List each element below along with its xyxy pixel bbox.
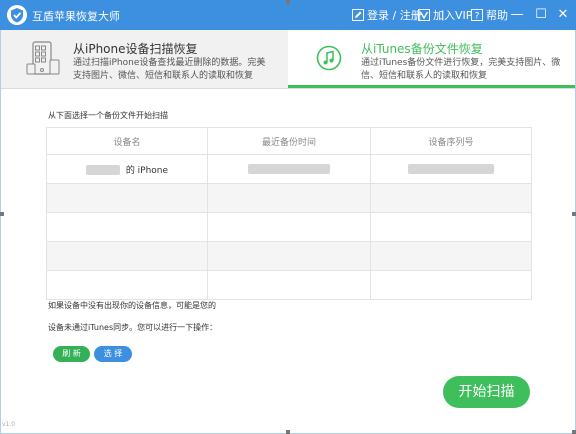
- login-label: 登录 / 注册: [367, 9, 422, 22]
- join-vip-label: 加入VIP: [433, 9, 473, 22]
- tab-itunes-restore[interactable]: 从iTunes备份文件恢复 通过iTunes备份文件进行恢复，完美支持图片、微信…: [288, 30, 575, 88]
- tab-iphone-scan-desc: 通过扫描iPhone设备查找最近删除的数据。完美支持图片、微信、短信和联系人的读…: [73, 58, 266, 81]
- column-header-device-name: 设备名: [46, 127, 208, 155]
- svg-text:?: ?: [475, 12, 480, 22]
- redacted-text: [408, 163, 494, 174]
- column-header-serial: 设备序列号: [370, 127, 532, 155]
- tab-iphone-scan[interactable]: 从iPhone设备扫描恢复 通过扫描iPhone设备查找最近删除的数据。完美支持…: [1, 30, 288, 88]
- start-scan-button[interactable]: 开始扫描: [443, 376, 530, 408]
- tab-itunes-restore-title: 从iTunes备份文件恢复: [361, 42, 483, 56]
- table-row[interactable]: [46, 270, 532, 300]
- hint-text-line2: 设备未通过iTunes同步。您可以进行一下操作：: [48, 323, 218, 332]
- music-note-icon: [316, 45, 342, 71]
- redacted-text: [248, 163, 330, 174]
- edit-icon: [352, 9, 364, 21]
- tab-iphone-scan-title: 从iPhone设备扫描恢复: [73, 42, 198, 56]
- version-label: v1.0: [2, 421, 16, 428]
- device-name-cell: 的 iPhone: [46, 154, 208, 184]
- instruction-text: 从下面选择一个备份文件开始扫描: [48, 111, 168, 120]
- mode-tabs: 从iPhone设备扫描恢复 通过扫描iPhone设备查找最近删除的数据。完美支持…: [1, 30, 575, 89]
- shield-logo-icon: [7, 5, 27, 25]
- redacted-text: [85, 165, 120, 175]
- table-header-row: 设备名 最近备份时间 设备序列号: [46, 127, 532, 155]
- resize-handle-corner[interactable]: [572, 430, 576, 434]
- help-button[interactable]: ? 帮助: [471, 7, 508, 23]
- device-name-text: 的 iPhone: [125, 165, 169, 176]
- serial-cell: [370, 154, 532, 184]
- table-row[interactable]: [46, 183, 532, 213]
- select-button[interactable]: 选 择: [94, 346, 132, 362]
- vip-icon: [418, 9, 430, 21]
- backup-time-cell: [207, 154, 371, 184]
- close-button[interactable]: ✕: [554, 5, 572, 23]
- maximize-button[interactable]: ☐: [532, 5, 550, 23]
- help-icon: ?: [471, 9, 483, 21]
- table-row[interactable]: [46, 212, 532, 242]
- resize-handle-left[interactable]: [0, 212, 4, 216]
- table-row[interactable]: 的 iPhone: [46, 154, 532, 184]
- hint-text-line1: 如果设备中没有出现你的设备信息，可能是您的: [48, 301, 216, 310]
- resize-handle-bottom[interactable]: [286, 430, 290, 434]
- refresh-button[interactable]: 刷 新: [53, 346, 90, 362]
- minimize-button[interactable]: —: [508, 5, 526, 23]
- title-bar: 互盾苹果恢复大师 登录 / 注册 | 加入VIP ? 帮助 — ☐ ✕: [0, 0, 576, 30]
- join-vip-button[interactable]: 加入VIP: [418, 7, 472, 23]
- resize-handle-top[interactable]: [286, 0, 290, 4]
- table-row[interactable]: [46, 241, 532, 271]
- help-label: 帮助: [486, 9, 508, 22]
- phone-apps-icon: [26, 41, 60, 75]
- backup-table: 设备名 最近备份时间 设备序列号 的 iPhone: [46, 127, 532, 300]
- resize-handle-right[interactable]: [572, 212, 576, 216]
- login-button[interactable]: 登录 / 注册: [352, 7, 422, 23]
- app-title: 互盾苹果恢复大师: [32, 10, 120, 23]
- tab-itunes-restore-desc: 通过iTunes备份文件进行恢复，完美支持图片、微信、短信和联系人的读取和恢复: [361, 58, 561, 81]
- column-header-backup-time: 最近备份时间: [207, 127, 371, 155]
